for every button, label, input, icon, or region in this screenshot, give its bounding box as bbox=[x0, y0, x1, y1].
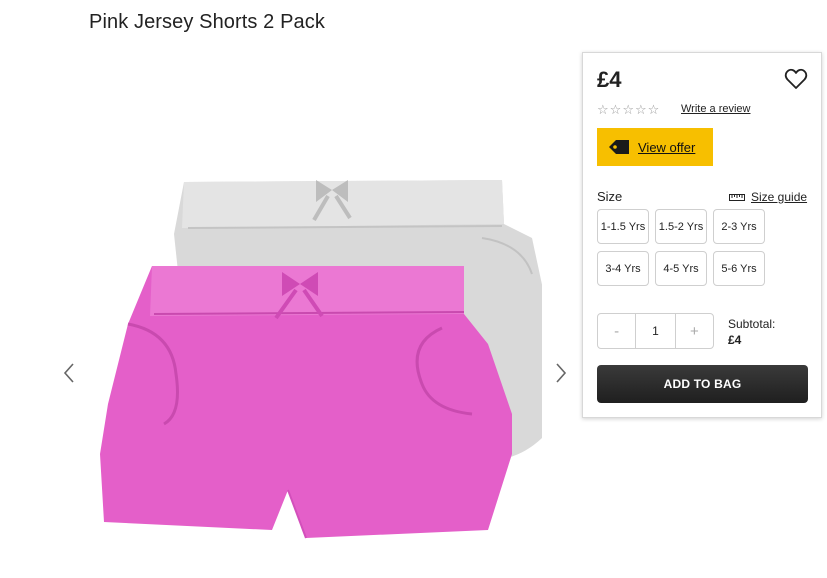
add-to-bag-button[interactable]: ADD TO BAG bbox=[597, 365, 808, 403]
size-guide-link[interactable]: Size guide bbox=[729, 190, 807, 204]
quantity-stepper: - 1 + bbox=[597, 313, 714, 349]
write-review-link[interactable]: Write a review bbox=[681, 103, 750, 115]
pink-shorts-image bbox=[100, 266, 512, 539]
chevron-right-icon bbox=[556, 363, 567, 383]
subtotal-value: £4 bbox=[728, 333, 742, 347]
star-icon: ☆ bbox=[647, 102, 660, 117]
product-gallery bbox=[58, 160, 578, 578]
rating-stars: ☆ ☆ ☆ ☆ ☆ bbox=[597, 103, 659, 117]
star-icon: ☆ bbox=[597, 102, 609, 117]
size-option-1.5-2[interactable]: 1.5-2 Yrs bbox=[655, 209, 707, 244]
product-image bbox=[100, 180, 542, 539]
size-guide-label: Size guide bbox=[751, 190, 808, 204]
star-icon: ☆ bbox=[622, 102, 634, 117]
star-icon: ☆ bbox=[634, 102, 647, 117]
heart-icon bbox=[784, 68, 808, 89]
ruler-icon bbox=[729, 194, 745, 201]
wishlist-button[interactable] bbox=[784, 67, 808, 91]
chevron-left-icon bbox=[63, 363, 74, 383]
view-offer-button[interactable]: View offer bbox=[597, 128, 713, 166]
subtotal-label: Subtotal: bbox=[728, 317, 776, 331]
quantity-increase-button[interactable]: + bbox=[676, 314, 713, 348]
purchase-panel: £4 ☆ ☆ ☆ ☆ ☆ Write a review View offer S… bbox=[582, 52, 822, 418]
size-option-2-3[interactable]: 2-3 Yrs bbox=[713, 209, 765, 244]
size-option-4-5[interactable]: 4-5 Yrs bbox=[655, 251, 707, 286]
view-offer-label: View offer bbox=[638, 139, 696, 155]
size-option-5-6[interactable]: 5-6 Yrs bbox=[713, 251, 765, 286]
next-image-button[interactable] bbox=[550, 358, 572, 388]
quantity-decrease-button[interactable]: - bbox=[598, 314, 635, 348]
size-option-1-1.5[interactable]: 1-1.5 Yrs bbox=[597, 209, 649, 244]
size-label: Size bbox=[597, 189, 623, 204]
prev-image-button[interactable] bbox=[58, 358, 80, 388]
subtotal: Subtotal: £4 bbox=[728, 316, 775, 348]
page-title: Pink Jersey Shorts 2 Pack bbox=[89, 11, 325, 33]
tag-icon bbox=[608, 139, 630, 155]
star-icon: ☆ bbox=[609, 102, 622, 117]
price: £4 bbox=[597, 67, 622, 92]
size-option-3-4[interactable]: 3-4 Yrs bbox=[597, 251, 649, 286]
quantity-value[interactable]: 1 bbox=[635, 314, 676, 348]
